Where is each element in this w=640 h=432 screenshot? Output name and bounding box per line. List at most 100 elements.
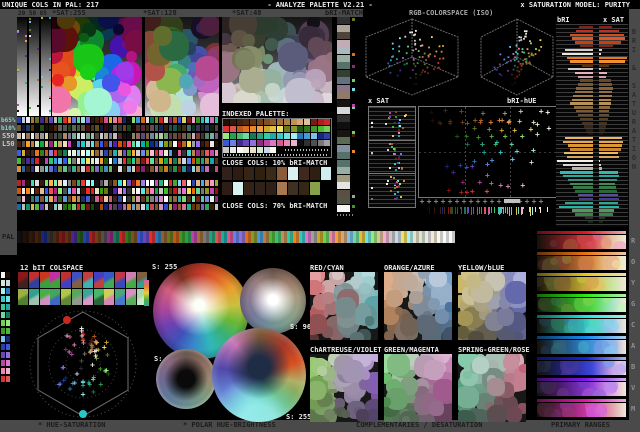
indexed-cell (223, 140, 229, 146)
blob (199, 17, 219, 36)
stripe-cell (58, 125, 62, 131)
colspace12-tile (104, 272, 114, 288)
bri-bar (562, 53, 593, 55)
bars-sat-label[interactable]: x SAT (603, 16, 624, 24)
stripe-cell (22, 150, 26, 156)
bri-match-label[interactable]: bRI-MATCH (325, 9, 363, 17)
sat48-label[interactable]: *SAT:48 (232, 9, 262, 17)
close-col-swatch (310, 182, 320, 195)
saturation-model-toggle[interactable]: x SATURATION MODEL: PURITY (520, 1, 630, 9)
edge-chip (6, 360, 10, 366)
stripe-cell (182, 125, 186, 131)
hist-tick (503, 207, 504, 214)
indexed-cell (291, 140, 297, 146)
stripe-cell (17, 188, 21, 194)
stripe-cell (68, 133, 72, 139)
stripe-cell (58, 188, 62, 194)
svg-text:+: + (75, 369, 80, 378)
hue-saturation-caption[interactable]: * HUE-SATURATION (38, 421, 105, 429)
comp-blob (409, 291, 422, 304)
indexed-cell (318, 133, 324, 139)
unique-cols-count: UNIQUE COLS IN PAL: 217 (2, 1, 99, 9)
primary-blob (580, 244, 589, 250)
bars-bri-label[interactable]: bRI (557, 16, 570, 24)
indexed-cell (257, 126, 263, 132)
colspace12-tile (50, 289, 60, 305)
xsat-dot (398, 185, 400, 187)
stripe-cell (205, 158, 209, 164)
primary-blob (604, 346, 617, 354)
stripe-cell (132, 196, 136, 202)
stripe-cell (155, 117, 159, 123)
close-cols-10-title[interactable]: CLOSE COLS: 10% bRI-MATCH (222, 159, 327, 167)
edge-chip (6, 328, 10, 334)
stripe-cell (40, 125, 44, 131)
hist-tick (444, 207, 445, 209)
hue-marker: + (455, 135, 460, 139)
xsat-dot (394, 187, 396, 189)
indexed-cell (257, 119, 263, 125)
hist-tick (485, 207, 486, 214)
hue-marker: + (485, 163, 490, 167)
primary-band-label: Y (631, 279, 635, 287)
indexed-cell (324, 133, 330, 139)
stripe-cell (169, 150, 173, 156)
bri-hue-scatter-header[interactable]: bRI-hUE (507, 97, 537, 105)
indexed-cell (264, 140, 270, 146)
svg-text:+: + (57, 380, 62, 389)
stripe-cell (104, 125, 108, 131)
close-col-swatch (277, 182, 287, 195)
primary-blob (557, 388, 568, 396)
xsat-dot (389, 112, 391, 114)
primary-band (537, 382, 626, 396)
hist-tick (509, 207, 510, 216)
colspace12-tile (115, 289, 125, 305)
comp-blob (384, 331, 394, 340)
stripe-cell (182, 204, 186, 210)
stripe-cell (31, 133, 35, 139)
comp-blob (487, 405, 507, 422)
stripe-cell (118, 117, 122, 123)
stripe-cell (150, 204, 154, 210)
close-col-swatch (288, 167, 298, 180)
stripe-cell (104, 188, 108, 194)
stripe-cell (187, 141, 191, 147)
stripe-cell (118, 158, 122, 164)
comp-blob (505, 281, 526, 304)
stripe-cell (95, 204, 99, 210)
stripe-cell (210, 150, 214, 156)
bri-bar (567, 57, 593, 59)
bri-match-cell (337, 62, 350, 69)
stripe-cell (40, 188, 44, 194)
stripe-cell (45, 117, 49, 123)
close-cols-70-title[interactable]: CLOSE COLS: 70% bRI-MATCH (222, 202, 327, 210)
bri-match-chip (352, 53, 355, 56)
stripe-row (17, 133, 219, 139)
edge-chip (1, 296, 5, 302)
polar-caption[interactable]: * POLAR HUE-BRIGHTNESS (183, 421, 276, 429)
bri-bar (575, 91, 594, 93)
gray-marker: + (434, 200, 439, 204)
sat255-label[interactable]: *SAT:255 (52, 9, 86, 17)
stripe-cell (178, 141, 182, 147)
stripe-cell (136, 204, 140, 210)
rgb-colorspace-cubes (362, 17, 558, 97)
hue-marker: + (478, 121, 483, 125)
gray-marker: + (448, 200, 453, 204)
hist-tick (488, 207, 489, 214)
stripe-cell (54, 204, 58, 210)
hist-tick (460, 207, 461, 209)
sat128-label[interactable]: *SAT:128 (143, 9, 177, 17)
stripe-cell (210, 204, 214, 210)
xsat-dot (391, 143, 393, 145)
gray-col-tick (49, 58, 51, 60)
xsat-dot (392, 126, 394, 128)
xsat-dot (398, 129, 400, 131)
hue-marker: + (489, 182, 494, 186)
primary-blob (583, 298, 595, 306)
stripe-cell (201, 133, 205, 139)
primary-band (537, 256, 626, 270)
indexed-cell (270, 147, 276, 153)
svg-text:+: + (90, 361, 95, 370)
xsat-scatter-header[interactable]: x SAT (368, 97, 389, 105)
